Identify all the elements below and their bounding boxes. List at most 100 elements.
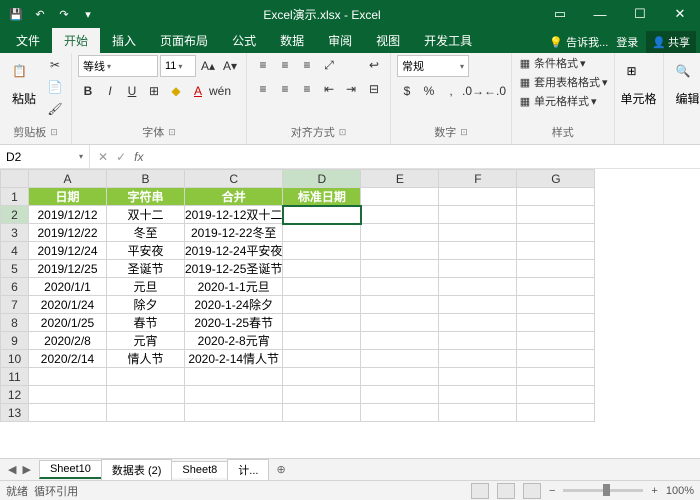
tab-file[interactable]: 文件 [4,28,52,53]
tab-view[interactable]: 视图 [364,28,412,53]
cell[interactable]: 2020-2-8元宵 [185,332,283,350]
column-header[interactable]: E [361,170,439,188]
zoom-slider[interactable] [563,489,643,492]
align-bottom-icon[interactable]: ≡ [297,55,317,75]
tab-home[interactable]: 开始 [52,28,100,53]
sheet-tab-active[interactable]: Sheet10 [39,460,102,479]
cell[interactable]: 除夕 [107,296,185,314]
cell[interactable]: 2019/12/25 [29,260,107,278]
row-header[interactable]: 6 [1,278,29,296]
cut-icon[interactable]: ✂ [45,55,65,75]
cell[interactable] [517,368,595,386]
cell[interactable] [29,404,107,422]
indent-dec-icon[interactable]: ⇤ [319,79,339,99]
cell[interactable] [361,206,439,224]
cell[interactable] [283,386,361,404]
cell[interactable]: 标准日期 [283,188,361,206]
merge-icon[interactable]: ⊟ [364,79,384,99]
cell[interactable] [107,386,185,404]
cell[interactable] [185,368,283,386]
view-layout-icon[interactable] [497,483,515,499]
select-all-corner[interactable] [1,170,29,188]
cell[interactable]: 2019/12/24 [29,242,107,260]
tell-me[interactable]: 💡 告诉我... [549,34,608,50]
clipboard-launcher-icon[interactable]: ⊡ [50,127,58,138]
cell[interactable]: 平安夜 [107,242,185,260]
row-header[interactable]: 3 [1,224,29,242]
percent-icon[interactable]: % [419,81,439,101]
cell[interactable] [439,332,517,350]
cell[interactable]: 春节 [107,314,185,332]
tab-review[interactable]: 审阅 [316,28,364,53]
cell[interactable] [361,332,439,350]
cell[interactable] [439,386,517,404]
row-header[interactable]: 13 [1,404,29,422]
qat-customize-icon[interactable]: ▾ [78,4,98,24]
cell[interactable] [361,188,439,206]
row-header[interactable]: 8 [1,314,29,332]
row-header[interactable]: 9 [1,332,29,350]
cell[interactable] [439,206,517,224]
minimize-icon[interactable]: — [580,0,620,28]
comma-icon[interactable]: , [441,81,461,101]
view-break-icon[interactable] [523,483,541,499]
redo-icon[interactable]: ↷ [54,4,74,24]
cell[interactable] [517,278,595,296]
formula-input[interactable] [151,145,700,168]
cell[interactable]: 2020/1/24 [29,296,107,314]
cell[interactable] [361,350,439,368]
cell[interactable] [283,224,361,242]
zoom-level[interactable]: 100% [666,485,694,497]
column-header[interactable]: F [439,170,517,188]
cell[interactable] [517,260,595,278]
underline-button[interactable]: U [122,81,142,101]
row-header[interactable]: 12 [1,386,29,404]
cell[interactable] [361,260,439,278]
worksheet-grid[interactable]: ABCDEFG1日期字符串合并标准日期22019/12/12双十二2019-12… [0,169,700,458]
view-normal-icon[interactable] [471,483,489,499]
cell[interactable] [517,386,595,404]
cell[interactable]: 2020/1/1 [29,278,107,296]
cell[interactable] [439,296,517,314]
cell[interactable]: 元旦 [107,278,185,296]
cell[interactable]: 2019-12-12双十二 [185,206,283,224]
cell[interactable] [283,278,361,296]
cell[interactable]: 2019/12/12 [29,206,107,224]
cell[interactable]: 情人节 [107,350,185,368]
cell[interactable] [361,224,439,242]
wrap-text-icon[interactable]: ↩ [364,55,384,75]
cell[interactable]: 2020-1-24除夕 [185,296,283,314]
sheet-tab[interactable]: 计... [227,459,269,480]
cell[interactable] [361,404,439,422]
cell[interactable]: 2019-12-24平安夜 [185,242,283,260]
border-icon[interactable]: ⊞ [144,81,164,101]
cell[interactable]: 圣诞节 [107,260,185,278]
cell[interactable]: 2020/1/25 [29,314,107,332]
cell[interactable]: 2020/2/14 [29,350,107,368]
row-header[interactable]: 11 [1,368,29,386]
cell[interactable]: 2020-2-14情人节 [185,350,283,368]
new-sheet-icon[interactable]: ⊕ [268,463,293,476]
cell[interactable]: 2019-12-22冬至 [185,224,283,242]
row-header[interactable]: 10 [1,350,29,368]
column-header[interactable]: G [517,170,595,188]
fx-icon[interactable]: fx [134,150,143,164]
ribbon-options-icon[interactable]: ▭ [540,0,580,28]
fill-color-icon[interactable]: ◆ [166,81,186,101]
cell[interactable] [283,350,361,368]
cell[interactable]: 2020/2/8 [29,332,107,350]
cell[interactable] [517,296,595,314]
sheet-nav-prev-icon[interactable]: ◀ [8,463,16,476]
dec-decimal-icon[interactable]: ←.0 [485,81,505,101]
align-left-icon[interactable]: ≡ [253,79,273,99]
cell[interactable] [107,368,185,386]
cell[interactable] [439,188,517,206]
undo-icon[interactable]: ↶ [30,4,50,24]
row-header[interactable]: 4 [1,242,29,260]
align-middle-icon[interactable]: ≡ [275,55,295,75]
sheet-tab[interactable]: Sheet8 [171,461,228,478]
align-launcher-icon[interactable]: ⊡ [339,127,347,138]
cell[interactable] [29,386,107,404]
orientation-icon[interactable]: ⤢ [319,55,339,75]
cell-styles-button[interactable]: ▦单元格样式 ▾ [518,93,608,109]
